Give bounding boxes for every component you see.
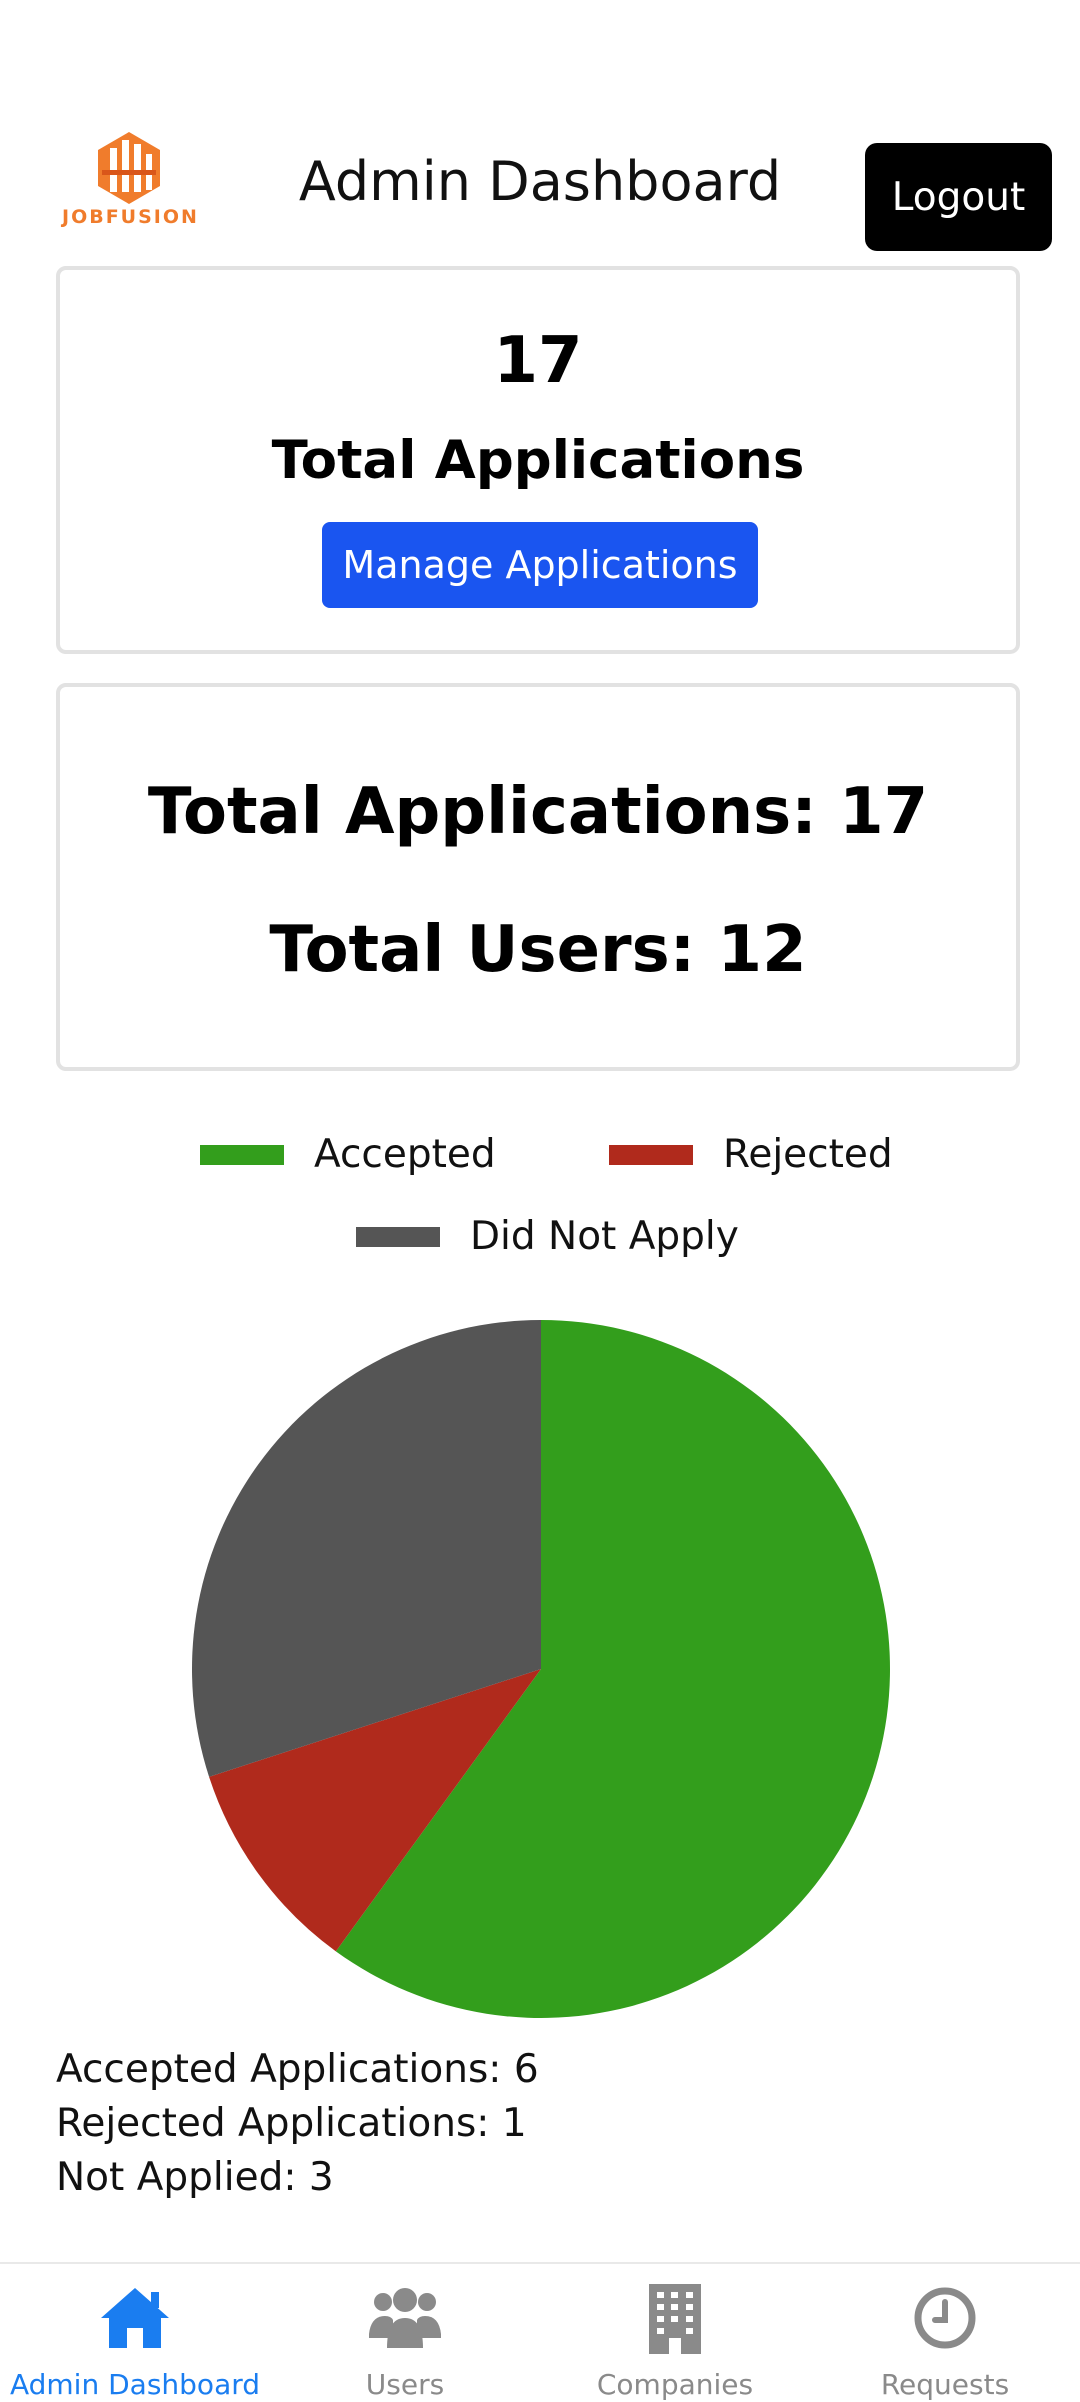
nav-label-users: Users [365, 2368, 445, 2401]
legend-item-did-not-apply[interactable]: Did Not Apply [356, 1214, 739, 1259]
building-icon [649, 2284, 701, 2354]
nav-item-admin-dashboard[interactable]: Admin Dashboard [0, 2264, 270, 2402]
total-users-stat: Total Users: 12 [269, 913, 807, 987]
nav-item-users[interactable]: Users [270, 2264, 540, 2402]
rejected-summary: Rejected Applications: 1 [56, 2101, 527, 2146]
legend-label-accepted: Accepted [314, 1132, 496, 1177]
nav-item-requests[interactable]: Requests [810, 2264, 1080, 2402]
manage-applications-button[interactable]: Manage Applications [322, 522, 758, 608]
legend-swatch-rejected [609, 1144, 693, 1165]
applications-card-title: Total Applications [271, 430, 805, 491]
logo-text: JOBFUSION [62, 206, 199, 228]
stats-card: Total Applications: 17 Total Users: 12 [56, 683, 1020, 1071]
nav-label-admin-dashboard: Admin Dashboard [9, 2368, 261, 2401]
bottom-navigation: Admin Dashboard Users Companies Requests [0, 2262, 1080, 2402]
legend-label-rejected: Rejected [723, 1132, 893, 1177]
applications-count: 17 [493, 324, 583, 398]
logout-button[interactable]: Logout [865, 143, 1052, 251]
not-applied-summary: Not Applied: 3 [56, 2155, 334, 2200]
home-icon [101, 2288, 169, 2348]
users-icon [369, 2288, 441, 2348]
clock-icon [914, 2287, 976, 2349]
legend-item-accepted[interactable]: Accepted [200, 1132, 496, 1177]
legend-swatch-accepted [200, 1144, 284, 1165]
applications-pie-chart [191, 1320, 891, 2018]
legend-item-rejected[interactable]: Rejected [609, 1132, 893, 1177]
page-title: Admin Dashboard [298, 150, 782, 213]
applications-card: 17 Total Applications Manage Application… [56, 266, 1020, 654]
nav-item-companies[interactable]: Companies [540, 2264, 810, 2402]
logo-mark-icon [98, 132, 160, 204]
accepted-summary: Accepted Applications: 6 [56, 2047, 539, 2092]
total-applications-stat: Total Applications: 17 [147, 775, 929, 849]
app-header: JOBFUSION Admin Dashboard Logout [0, 0, 1080, 262]
jobfusion-logo: JOBFUSION [62, 130, 199, 230]
legend-swatch-did-not-apply [356, 1226, 440, 1247]
nav-label-requests: Requests [880, 2368, 1010, 2401]
nav-label-companies: Companies [596, 2368, 754, 2401]
legend-label-did-not-apply: Did Not Apply [470, 1214, 739, 1259]
